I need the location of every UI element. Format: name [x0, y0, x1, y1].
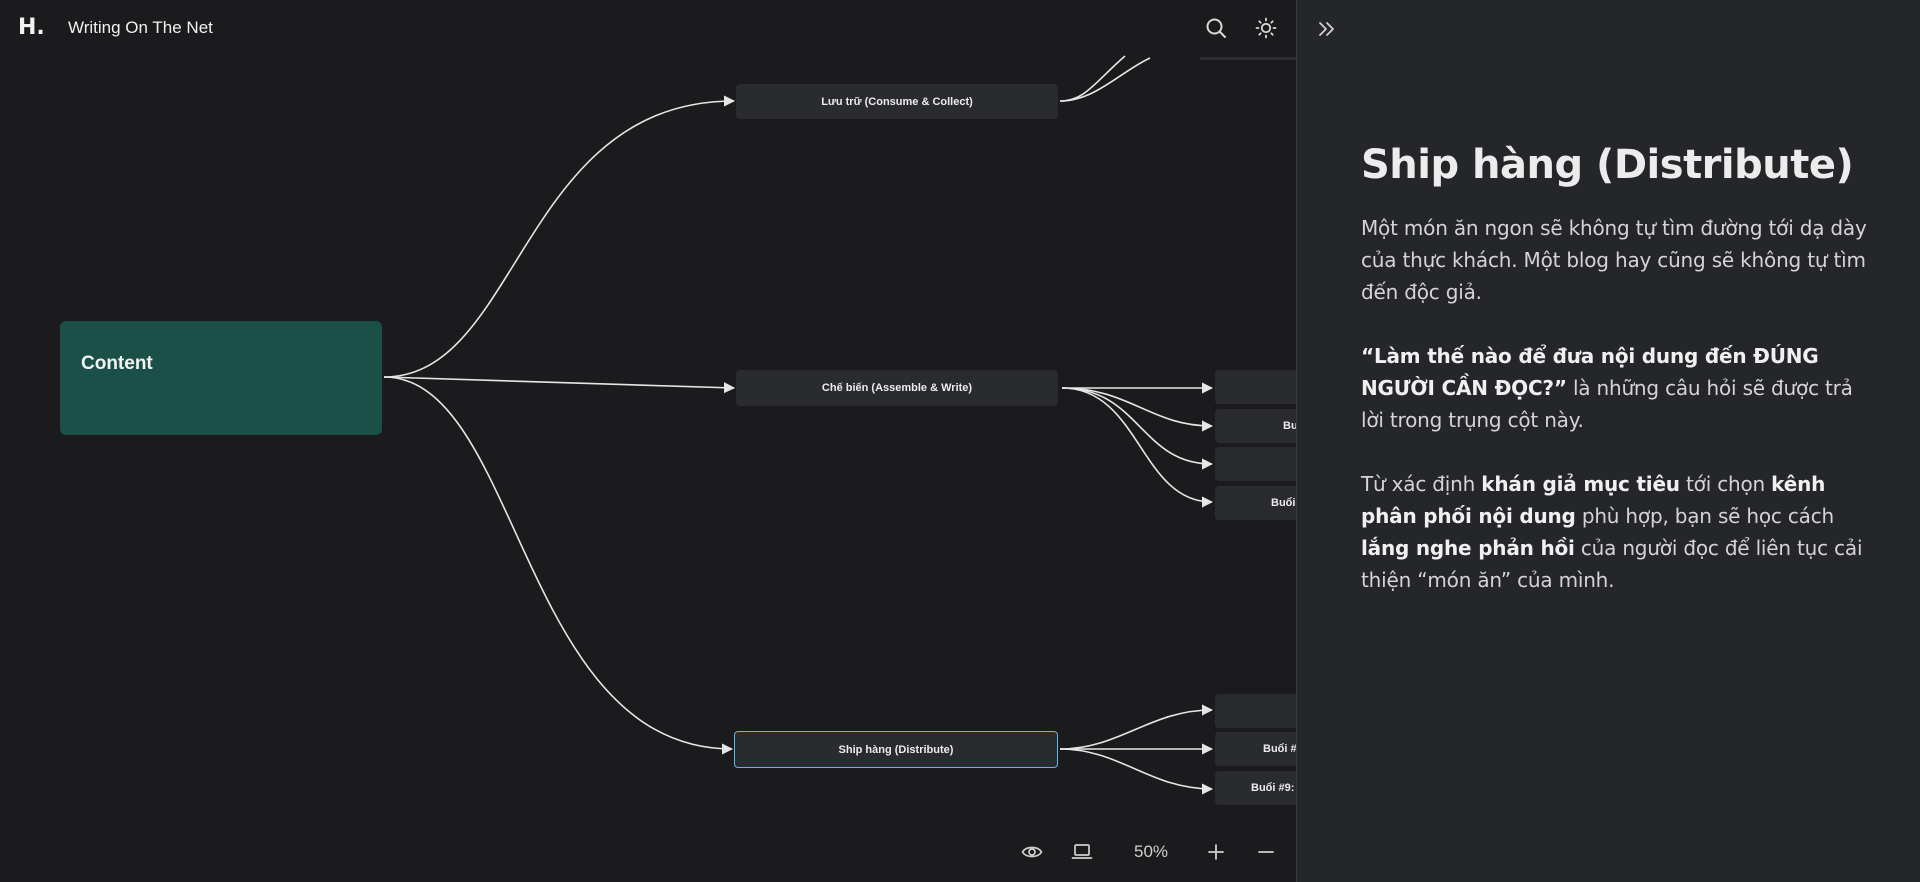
node-consume-collect[interactable]: Lưu trữ (Consume & Collect) — [736, 84, 1058, 119]
site-title[interactable]: Writing On The Net — [68, 18, 213, 38]
sun-icon[interactable] — [1255, 17, 1277, 39]
bold-target-audience: khán giả mục tiêu — [1481, 472, 1680, 496]
node-assemble-child-2[interactable]: Bu — [1215, 409, 1296, 443]
detail-panel: Ship hàng (Distribute) Một món ăn ngon s… — [1296, 0, 1920, 882]
edge-assemble-child-3 — [1061, 387, 1214, 470]
node-assemble-child-3[interactable] — [1215, 447, 1296, 481]
node-assemble-child-4[interactable]: Buổi — [1215, 486, 1296, 520]
edge-distribute-child-3 — [1059, 748, 1214, 795]
edge-content-to-consume — [383, 95, 736, 378]
edge-assemble-child-2 — [1061, 387, 1214, 432]
edge-content-to-distribute — [383, 376, 734, 755]
minus-icon[interactable] — [1254, 840, 1278, 864]
node-distribute-child-2[interactable]: Buổi # — [1215, 732, 1296, 766]
mindmap-edges — [383, 55, 1214, 795]
node-assemble-child-1[interactable] — [1215, 370, 1296, 404]
zoom-level: 50% — [1133, 842, 1169, 861]
node-assemble-write[interactable]: Chế biến (Assemble & Write) — [736, 370, 1058, 406]
brand: H. Writing On The Net — [18, 14, 213, 42]
node-content-root[interactable]: Content — [60, 321, 382, 435]
node-distribute-child-1[interactable] — [1215, 694, 1296, 728]
panel-body: Một món ăn ngon sẽ không tự tìm đường tớ… — [1361, 212, 1881, 628]
edge-content-to-assemble — [383, 376, 736, 394]
header-divider — [1200, 57, 1296, 60]
node-ship-distribute[interactable]: Ship hàng (Distribute) — [734, 731, 1058, 768]
edge-consume-child-2 — [1059, 57, 1151, 102]
plus-icon[interactable] — [1204, 840, 1228, 864]
text-segment: Từ xác định — [1361, 472, 1482, 496]
panel-paragraph-1: Một món ăn ngon sẽ không tự tìm đường tớ… — [1361, 216, 1867, 304]
logo[interactable]: H. — [18, 14, 48, 42]
laptop-icon[interactable] — [1070, 840, 1094, 864]
panel-title: Ship hàng (Distribute) — [1361, 142, 1854, 188]
mindmap-canvas[interactable]: H. Writing On The Net Content Lưu trữ (C… — [0, 0, 1296, 882]
panel-paragraph-3: Từ xác định khán giả mục tiêu tới chọn k… — [1361, 468, 1881, 596]
bold-listen-feedback: lắng nghe phản hồi — [1361, 536, 1575, 560]
search-icon[interactable] — [1205, 17, 1227, 39]
text-segment: phù hợp, bạn sẽ học cách — [1575, 504, 1835, 528]
panel-paragraph-2: “Làm thế nào để đưa nội dung đến ĐÚNG NG… — [1361, 340, 1881, 436]
eye-icon[interactable] — [1020, 840, 1044, 864]
node-distribute-child-3[interactable]: Buổi #9: — [1215, 771, 1296, 805]
edge-distribute-child-1 — [1059, 704, 1214, 750]
edge-assemble-child-4 — [1061, 387, 1214, 508]
text-segment: tới chọn — [1679, 472, 1772, 496]
double-chevron-right-icon[interactable] — [1315, 17, 1339, 41]
